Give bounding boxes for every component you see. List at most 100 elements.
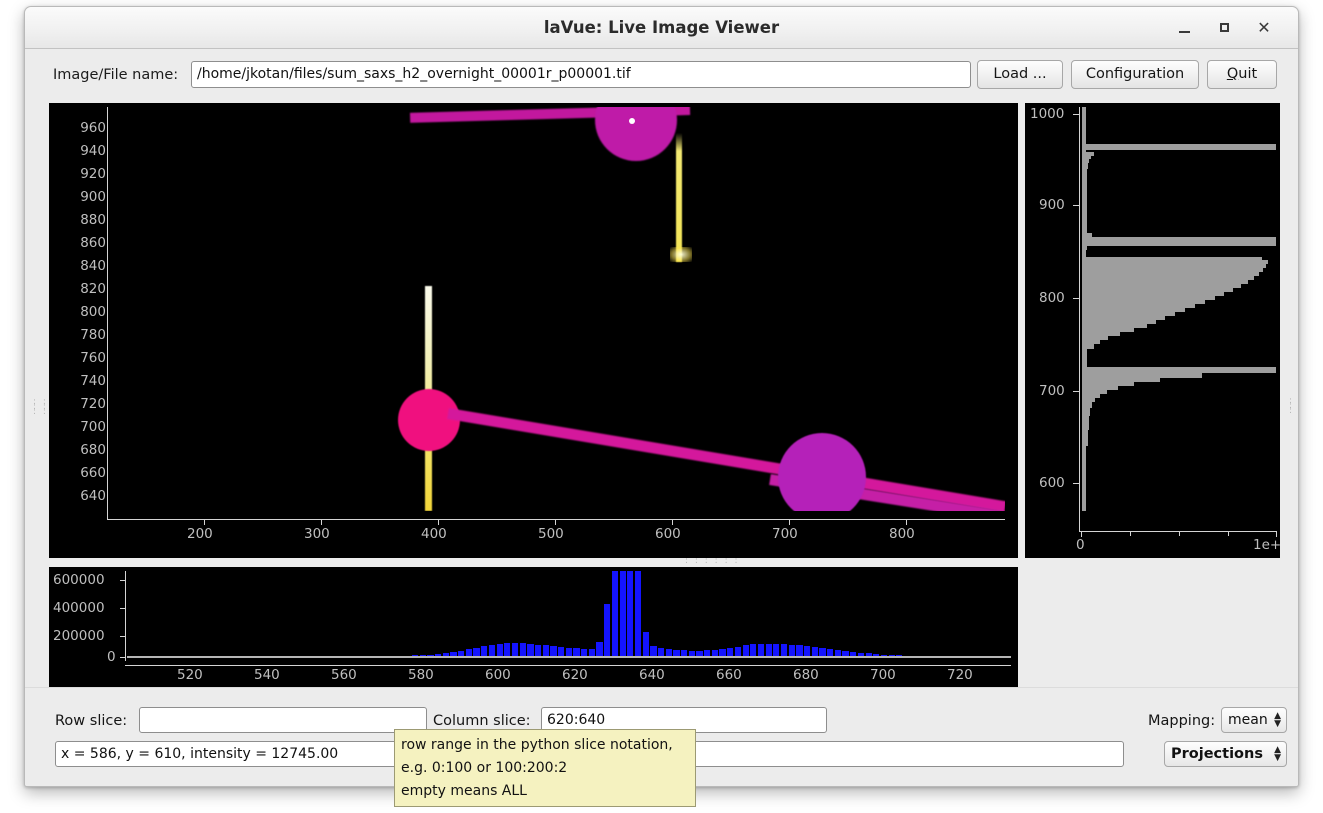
image-xtick-600: 600 <box>655 526 681 542</box>
file-name-label: Image/File name: <box>53 67 178 83</box>
quit-button-label: uit <box>1238 66 1257 82</box>
quit-button-mnemonic: Q <box>1227 66 1238 82</box>
row-slice-label: Row slice: <box>55 713 127 729</box>
image-xtick-300: 300 <box>304 526 330 542</box>
image-ytick-960: 960 <box>80 120 106 136</box>
image-y-axis <box>107 107 108 519</box>
image-ytick-800: 800 <box>80 304 106 320</box>
window-title: laVue: Live Image Viewer <box>25 7 1298 48</box>
beamstop-center <box>398 389 460 451</box>
histogram-bar <box>596 642 602 657</box>
hist-xtick-540: 540 <box>254 667 280 683</box>
projections-select-value: Projections <box>1171 742 1263 766</box>
hist-xtick-720: 720 <box>947 667 973 683</box>
beamstop-right <box>778 433 866 511</box>
proj-ytick-1000: 1000 <box>1030 106 1064 122</box>
hist-ytick-600000: 600000 <box>53 572 105 588</box>
image-ytick-700: 700 <box>80 419 106 435</box>
image-ytick-740: 740 <box>80 373 106 389</box>
column-slice-label: Column slice: <box>433 713 531 729</box>
histogram-bar <box>627 571 633 657</box>
minimize-icon <box>1179 31 1190 33</box>
proj-y-axis <box>1079 107 1080 531</box>
image-xtick-200: 200 <box>187 526 213 542</box>
histogram-bar <box>620 571 626 657</box>
title-bar: laVue: Live Image Viewer ✕ <box>25 7 1298 49</box>
hist-xtick-600: 600 <box>485 667 511 683</box>
tooltip-line-2: e.g. 0:100 or 100:200:2 <box>401 757 689 780</box>
chevron-updown-icon-2: ▲▼ <box>1274 742 1281 766</box>
proj-ytick-600: 600 <box>1039 475 1065 491</box>
detector-image-plot[interactable] <box>110 107 1005 511</box>
hist-ytick-200000: 200000 <box>53 628 105 644</box>
image-ytick-860: 860 <box>80 235 106 251</box>
file-name-input[interactable]: /home/jkotan/files/sum_saxs_h2_overnight… <box>191 61 971 88</box>
proj-xtick-0: 0 <box>1076 537 1085 553</box>
tooltip-line-3: empty means ALL <box>401 780 689 803</box>
image-ytick-660: 660 <box>80 465 106 481</box>
plot-area: : : :: : :: : : 960 940 920 900 880 860 … <box>25 103 1299 687</box>
image-xtick-400: 400 <box>421 526 447 542</box>
beamstop-top-center <box>629 118 635 124</box>
horizontal-projection-canvas[interactable]: 600000 400000 200000 0 520 540 560 580 6… <box>49 567 1018 687</box>
image-xtick-500: 500 <box>538 526 564 542</box>
vertical-projection-canvas[interactable]: 1000 900 800 700 600 <box>1025 103 1280 558</box>
image-ytick-680: 680 <box>80 442 106 458</box>
maximize-button[interactable] <box>1212 16 1236 40</box>
image-ytick-920: 920 <box>80 166 106 182</box>
image-ytick-820: 820 <box>80 281 106 297</box>
mapping-label: Mapping: <box>1148 713 1215 729</box>
app-window: laVue: Live Image Viewer ✕ Image/File na… <box>24 6 1299 787</box>
image-ytick-720: 720 <box>80 396 106 412</box>
image-ytick-900: 900 <box>80 189 106 205</box>
horizontal-projection-plot[interactable] <box>127 571 1011 657</box>
histogram-bar <box>504 643 510 657</box>
tooltip-line-1: row range in the python slice notation, <box>401 734 689 757</box>
hist-xtick-560: 560 <box>331 667 357 683</box>
proj-ytick-900: 900 <box>1039 197 1065 213</box>
hist-xtick-580: 580 <box>408 667 434 683</box>
vertical-projection-plot[interactable] <box>1082 107 1276 511</box>
hist-baseline <box>127 656 1011 658</box>
file-toolbar: Image/File name: /home/jkotan/files/sum_… <box>25 49 1298 103</box>
proj-ytick-800: 800 <box>1039 290 1065 306</box>
proj-xtick-exp: 1e+0 <box>1253 537 1280 553</box>
hist-ytick-0: 0 <box>107 649 116 665</box>
maximize-icon <box>1220 23 1229 32</box>
hist-xtick-700: 700 <box>870 667 896 683</box>
histogram-bar <box>635 571 641 657</box>
proj-x-axis <box>1079 531 1277 532</box>
quit-button[interactable]: Quit <box>1207 60 1277 89</box>
hist-xtick-660: 660 <box>716 667 742 683</box>
image-ytick-880: 880 <box>80 212 106 228</box>
histogram-bar <box>773 644 779 657</box>
projections-select[interactable]: Projections ▲▼ <box>1164 741 1287 767</box>
hist-ytick-400000: 400000 <box>53 600 105 616</box>
minimize-button[interactable] <box>1172 16 1196 40</box>
image-ytick-840: 840 <box>80 258 106 274</box>
load-button[interactable]: Load ... <box>977 60 1063 89</box>
hist-y-axis <box>125 571 126 661</box>
hist-xtick-640: 640 <box>639 667 665 683</box>
horizontal-splitter-handle[interactable]: : : : : : : <box>685 559 740 564</box>
row-slice-input[interactable] <box>139 707 427 733</box>
close-icon: ✕ <box>1252 16 1276 40</box>
hist-xtick-680: 680 <box>793 667 819 683</box>
right-splitter-handle[interactable]: ::: <box>1289 399 1294 414</box>
image-ytick-940: 940 <box>80 143 106 159</box>
image-xtick-800: 800 <box>889 526 915 542</box>
chevron-updown-icon: ▲▼ <box>1274 708 1281 732</box>
mapping-select[interactable]: mean ▲▼ <box>1221 707 1287 733</box>
hist-xtick-620: 620 <box>562 667 588 683</box>
histogram-bar <box>643 632 649 657</box>
close-button[interactable]: ✕ <box>1252 16 1276 40</box>
row-slice-tooltip: row range in the python slice notation, … <box>394 729 696 807</box>
histogram-bar <box>512 643 518 657</box>
image-x-axis <box>107 519 1005 520</box>
image-ytick-760: 760 <box>80 350 106 366</box>
mapping-select-value: mean <box>1228 708 1268 732</box>
detector-image-canvas[interactable]: 960 940 920 900 880 860 840 820 800 780 … <box>49 103 1018 558</box>
image-xtick-700: 700 <box>772 526 798 542</box>
configuration-button[interactable]: Configuration <box>1071 60 1199 89</box>
image-ytick-640: 640 <box>80 488 106 504</box>
